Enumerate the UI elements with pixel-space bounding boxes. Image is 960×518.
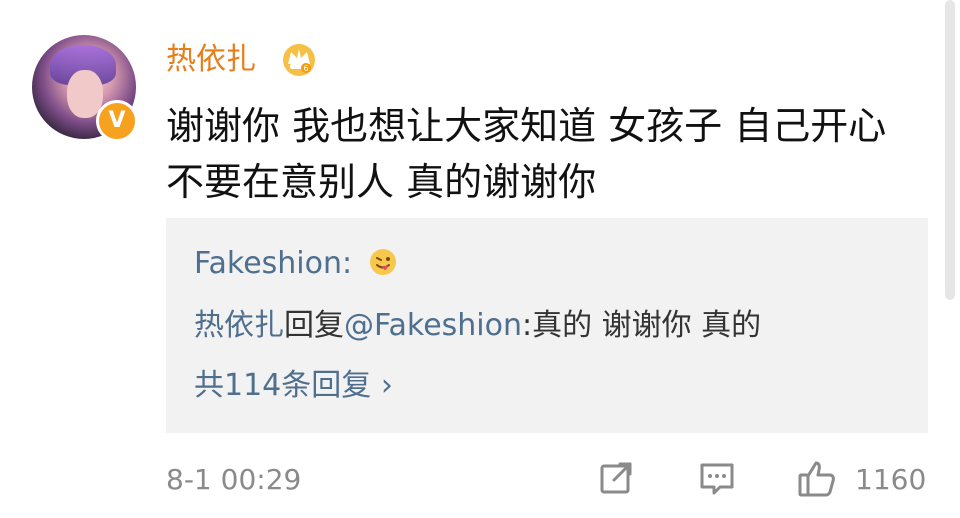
tongue-out-emoji-icon [369, 249, 396, 275]
verified-badge-icon: V [96, 100, 138, 142]
first-reply-separator: : [342, 246, 353, 281]
crown-badge-icon: 6 [283, 44, 315, 76]
second-reply-text: :真的 谢谢你 真的 [522, 308, 762, 343]
comment-icon[interactable] [696, 458, 738, 500]
username[interactable]: 热依扎 [166, 40, 256, 80]
svg-text:6: 6 [303, 64, 308, 73]
first-reply[interactable]: Fakeshion: [194, 244, 398, 284]
more-replies-label[interactable]: 共114条回复 [194, 368, 371, 403]
thumbs-up-icon[interactable] [796, 458, 838, 500]
second-reply-author[interactable]: 热依扎 [194, 308, 284, 343]
second-reply-mention[interactable]: @Fakeshion [344, 308, 522, 343]
chevron-right-icon[interactable]: › [381, 368, 393, 403]
comment-card: V 热依扎 6 谢谢你 我也想让大家知道 女孩子 自己开心 不要在意别人 真的谢… [0, 0, 960, 518]
second-reply[interactable]: 热依扎回复@Fakeshion:真的 谢谢你 真的 [194, 306, 761, 346]
comment-line-1: 谢谢你 我也想让大家知道 女孩子 自己开心 [166, 104, 887, 148]
comment-text: 谢谢你 我也想让大家知道 女孩子 自己开心 不要在意别人 真的谢谢你 [166, 98, 926, 210]
timestamp: 8-1 00:29 [166, 463, 302, 496]
first-reply-author[interactable]: Fakeshion [194, 246, 342, 281]
share-icon[interactable] [596, 458, 638, 500]
like-count: 1160 [855, 463, 927, 496]
scrollbar[interactable] [945, 0, 955, 300]
more-replies-link[interactable]: 共114条回复 › [194, 366, 393, 406]
reply-thread[interactable]: Fakeshion: 热依扎回复@Fakeshion:真的 谢谢你 真的 共11… [166, 218, 928, 433]
second-reply-action: 回复 [284, 308, 344, 343]
comment-line-2: 不要在意别人 真的谢谢你 [166, 160, 597, 204]
